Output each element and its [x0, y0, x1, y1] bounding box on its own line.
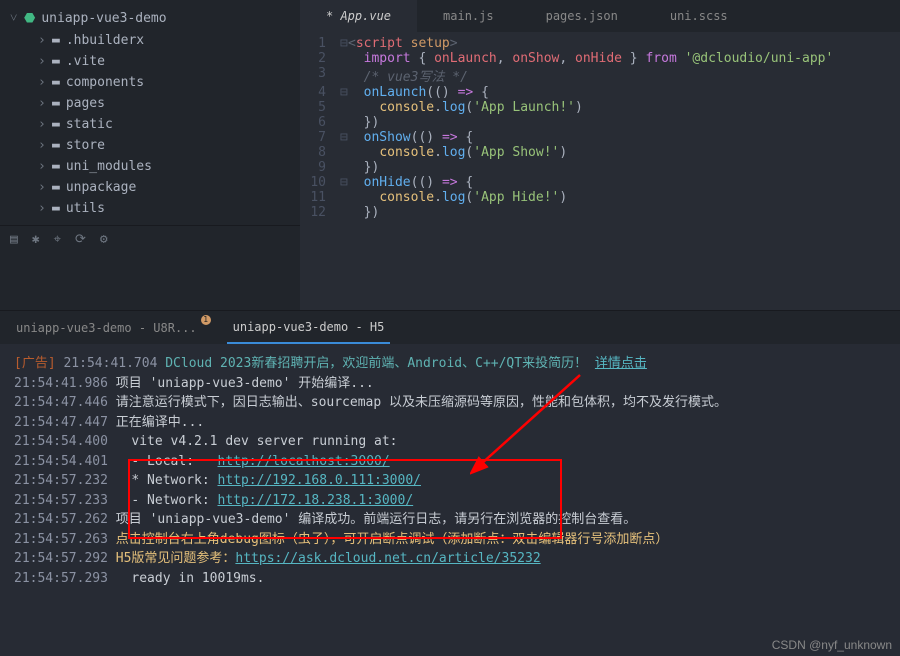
- chevron-right-icon: ›: [38, 117, 46, 132]
- project-root[interactable]: ˅ ⬣ uniapp-vue3-demo: [0, 6, 300, 30]
- tree-label: store: [66, 138, 105, 153]
- chevron-right-icon: ›: [38, 201, 46, 216]
- tree-label: uni_modules: [66, 159, 152, 174]
- chevron-right-icon: ›: [38, 54, 46, 69]
- chevron-right-icon: ›: [38, 138, 46, 153]
- tree-label: .vite: [66, 54, 105, 69]
- tree-item[interactable]: › ▬ pages: [0, 93, 300, 114]
- terminal-output[interactable]: [广告] 21:54:41.704 DCloud 2023新春招聘开启，欢迎前端…: [0, 344, 900, 598]
- file-explorer: ˅ ⬣ uniapp-vue3-demo › ▬ .hbuilderx › ▬ .vit…: [0, 0, 300, 310]
- folder-icon: ▬: [52, 75, 60, 90]
- tree-label: static: [66, 117, 113, 132]
- tab-main-js[interactable]: main.js: [417, 0, 520, 32]
- code-editor: * App.vue main.js pages.json uni.scss 1⊟…: [300, 0, 900, 310]
- settings-icon[interactable]: ⚙: [100, 232, 108, 247]
- chevron-right-icon: ›: [38, 96, 46, 111]
- line-number[interactable]: 3: [300, 66, 340, 85]
- line-number[interactable]: 4: [300, 85, 340, 100]
- terminal-tab-u8r[interactable]: uniapp-vue3-demo - U8R...1: [10, 313, 203, 343]
- ad-link[interactable]: 详情点击: [595, 356, 647, 371]
- refresh-icon[interactable]: ⟳: [75, 232, 86, 247]
- tree-item[interactable]: › ▬ uni_modules: [0, 156, 300, 177]
- tab-uni-scss[interactable]: uni.scss: [644, 0, 754, 32]
- notification-badge: 1: [201, 315, 211, 325]
- folder-icon: ▬: [52, 54, 60, 69]
- network-url-link[interactable]: http://172.18.238.1:3000/: [218, 493, 414, 508]
- chevron-right-icon: ›: [38, 33, 46, 48]
- tree-item[interactable]: › ▬ .vite: [0, 51, 300, 72]
- tree-item[interactable]: › ▬ utils: [0, 198, 300, 219]
- fold-icon[interactable]: ⊟: [340, 36, 348, 51]
- folder-icon: ▬: [52, 180, 60, 195]
- line-number[interactable]: 7: [300, 130, 340, 145]
- fold-icon[interactable]: ⊟: [340, 130, 348, 145]
- line-number[interactable]: 1: [300, 36, 340, 51]
- line-number[interactable]: 8: [300, 145, 340, 160]
- chevron-down-icon: ˅: [10, 10, 18, 26]
- line-number[interactable]: 5: [300, 100, 340, 115]
- sidebar-toolbar: ▤ ✱ ⌖ ⟳ ⚙: [0, 225, 300, 253]
- watermark: CSDN @nyf_unknown: [772, 638, 892, 652]
- folder-icon: ▬: [52, 33, 60, 48]
- folder-icon: ▬: [52, 117, 60, 132]
- tree-item[interactable]: › ▬ .hbuilderx: [0, 30, 300, 51]
- folder-icon: ▬: [52, 138, 60, 153]
- editor-tabs: * App.vue main.js pages.json uni.scss: [300, 0, 900, 32]
- tree-label: components: [66, 75, 144, 90]
- tab-pages-json[interactable]: pages.json: [520, 0, 644, 32]
- project-name: uniapp-vue3-demo: [41, 11, 166, 26]
- tree-item[interactable]: › ▬ unpackage: [0, 177, 300, 198]
- fold-icon[interactable]: ⊟: [340, 85, 348, 100]
- line-number[interactable]: 6: [300, 115, 340, 130]
- code-area[interactable]: 1⊟<script setup> 2 import { onLaunch, on…: [300, 32, 900, 224]
- line-number[interactable]: 12: [300, 205, 340, 220]
- tree-label: unpackage: [66, 180, 136, 195]
- folder-icon: ▬: [52, 201, 60, 216]
- tree-item[interactable]: › ▬ static: [0, 114, 300, 135]
- tab-app-vue[interactable]: * App.vue: [300, 0, 417, 32]
- terminal-tab-h5[interactable]: uniapp-vue3-demo - H5: [227, 312, 391, 344]
- bug2-icon[interactable]: ⌖: [54, 232, 61, 247]
- local-url-link[interactable]: http://localhost:3000/: [218, 454, 390, 469]
- line-number[interactable]: 2: [300, 51, 340, 66]
- line-number[interactable]: 10: [300, 175, 340, 190]
- terminal-tabs: uniapp-vue3-demo - U8R...1 uniapp-vue3-d…: [0, 310, 900, 344]
- tree-label: utils: [66, 201, 105, 216]
- chevron-right-icon: ›: [38, 75, 46, 90]
- file-icon[interactable]: ▤: [10, 232, 18, 247]
- chevron-right-icon: ›: [38, 159, 46, 174]
- network-url-link[interactable]: http://192.168.0.111:3000/: [218, 473, 422, 488]
- bug-icon[interactable]: ✱: [32, 232, 40, 247]
- line-number[interactable]: 11: [300, 190, 340, 205]
- help-url-link[interactable]: https://ask.dcloud.net.cn/article/35232: [235, 551, 540, 566]
- chevron-right-icon: ›: [38, 180, 46, 195]
- tree-item[interactable]: › ▬ components: [0, 72, 300, 93]
- tree-label: .hbuilderx: [66, 33, 144, 48]
- fold-icon[interactable]: ⊟: [340, 175, 348, 190]
- tree-label: pages: [66, 96, 105, 111]
- tree-item[interactable]: › ▬ store: [0, 135, 300, 156]
- vue-icon: ⬣: [24, 11, 35, 26]
- folder-icon: ▬: [52, 159, 60, 174]
- line-number[interactable]: 9: [300, 160, 340, 175]
- folder-icon: ▬: [52, 96, 60, 111]
